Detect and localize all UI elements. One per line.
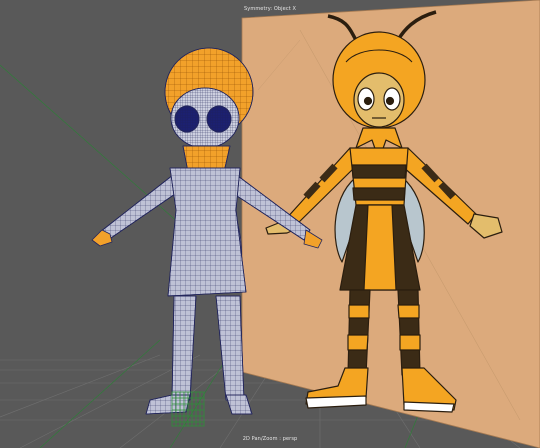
- viewport-header-label: Symmetry: Object X: [244, 6, 296, 12]
- 3d-viewport[interactable]: Symmetry: Object X 2D Pan/Zoom : persp: [0, 0, 540, 448]
- viewport-footer-label: 2D Pan/Zoom : persp: [242, 436, 298, 442]
- viewport-scene[interactable]: [0, 0, 540, 448]
